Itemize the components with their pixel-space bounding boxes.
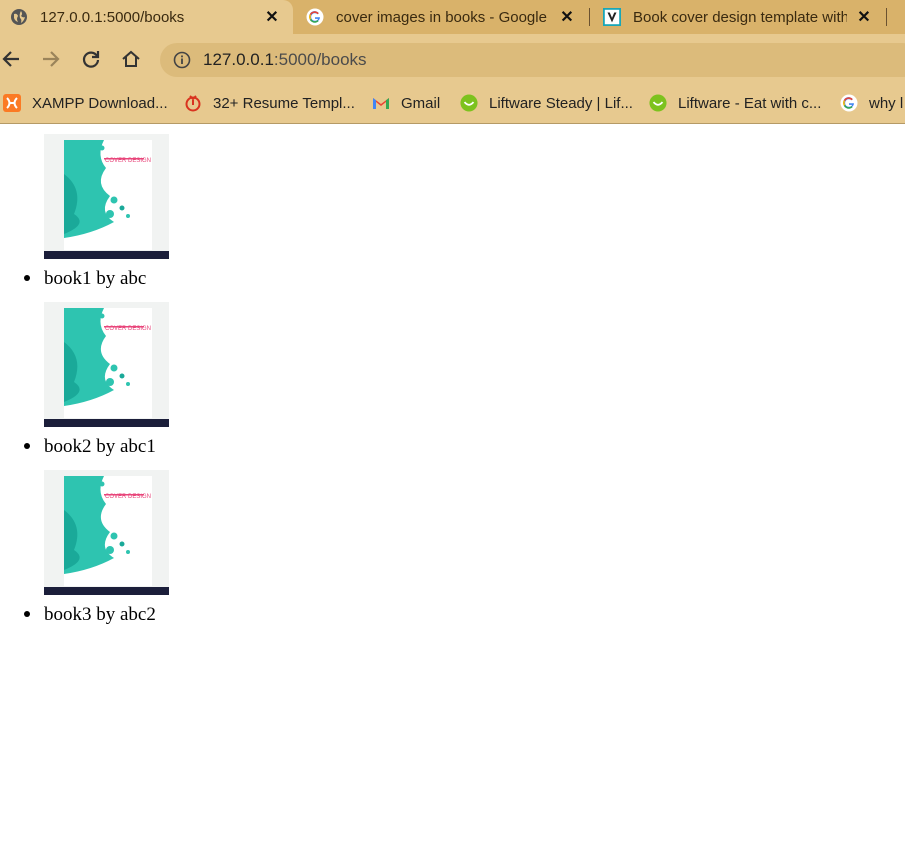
bullet-marker: [24, 275, 30, 281]
close-tab-icon[interactable]: ✕: [558, 8, 576, 26]
tab-strip: 127.0.0.1:5000/books ✕ cover images in b…: [0, 0, 905, 34]
bookmark-xampp[interactable]: XAMPP Download...: [3, 93, 168, 113]
tab-books[interactable]: 127.0.0.1:5000/books ✕: [0, 0, 293, 34]
bookmarks-bar: XAMPP Download... 32+ Resume Templ... Gm…: [0, 84, 905, 124]
close-tab-icon[interactable]: ✕: [263, 8, 281, 26]
bullet-marker: [24, 443, 30, 449]
address-url: 127.0.0.1:5000/books: [203, 50, 367, 70]
forward-arrow-icon: [43, 51, 60, 67]
liftware-icon: [460, 94, 478, 112]
bookmark-liftware-eat[interactable]: Liftware - Eat with c...: [649, 93, 821, 113]
close-tab-icon[interactable]: ✕: [855, 8, 873, 26]
bookmark-label: Gmail: [401, 94, 441, 112]
address-bar[interactable]: 127.0.0.1:5000/books: [160, 43, 905, 77]
vecteezy-icon: [603, 8, 621, 26]
gmail-icon: [372, 94, 390, 112]
book-cover-image: COVER DESIGN: [44, 302, 169, 427]
bookmark-liftware-steady[interactable]: Liftware Steady | Lif...: [460, 93, 633, 113]
site-info-icon[interactable]: [173, 51, 191, 69]
google-icon: [840, 94, 858, 112]
book-caption: book1 by abc: [44, 268, 147, 289]
bookmark-label: XAMPP Download...: [32, 94, 168, 112]
bookmark-label: 32+ Resume Templ...: [213, 94, 355, 112]
url-path: :5000/books: [273, 50, 367, 69]
back-button[interactable]: [0, 48, 22, 70]
bookmark-label: Liftware - Eat with c...: [678, 94, 822, 112]
tab-vecteezy[interactable]: Book cover design template with ✕: [593, 0, 885, 34]
forward-button[interactable]: [40, 48, 62, 70]
book-caption: book2 by abc1: [44, 436, 156, 457]
tab-google-search[interactable]: cover images in books - Google Search ✕: [296, 0, 588, 34]
tab-separator: [886, 8, 887, 26]
tab-separator: [589, 8, 590, 26]
globe-icon: [10, 8, 28, 26]
reload-icon: [82, 51, 100, 68]
bullet-marker: [24, 611, 30, 617]
bookmark-google-search[interactable]: why l: [840, 93, 903, 113]
tab-title: 127.0.0.1:5000/books: [40, 8, 185, 26]
bookmark-label: Liftware Steady | Lif...: [489, 94, 633, 112]
book-cover-image: COVER DESIGN: [44, 134, 169, 259]
cover-title-text: COVER DESIGN: [105, 494, 151, 500]
cover-title-text: COVER DESIGN: [105, 158, 151, 164]
xampp-icon: [3, 94, 21, 112]
bookmark-gmail[interactable]: Gmail: [372, 93, 440, 113]
bookmark-resume[interactable]: 32+ Resume Templ...: [184, 93, 355, 113]
resume-icon: [184, 94, 202, 112]
tab-title: cover images in books - Google Search: [336, 8, 550, 26]
google-icon: [306, 8, 324, 26]
book-cover-image: COVER DESIGN: [44, 470, 169, 595]
home-icon: [122, 50, 140, 67]
bookmark-label: why l: [869, 94, 904, 112]
book-caption: book3 by abc2: [44, 604, 156, 625]
back-arrow-icon: [2, 51, 19, 67]
liftware-icon: [649, 94, 667, 112]
reload-button[interactable]: [80, 48, 102, 70]
home-button[interactable]: [120, 48, 142, 70]
url-host: 127.0.0.1: [203, 50, 274, 69]
cover-title-text: COVER DESIGN: [105, 326, 151, 332]
browser-toolbar: 127.0.0.1:5000/books: [0, 34, 905, 84]
tab-title: Book cover design template with: [633, 8, 847, 26]
books-list: COVER DESIGN book1 by abc COVER DESIGN b…: [0, 124, 905, 866]
